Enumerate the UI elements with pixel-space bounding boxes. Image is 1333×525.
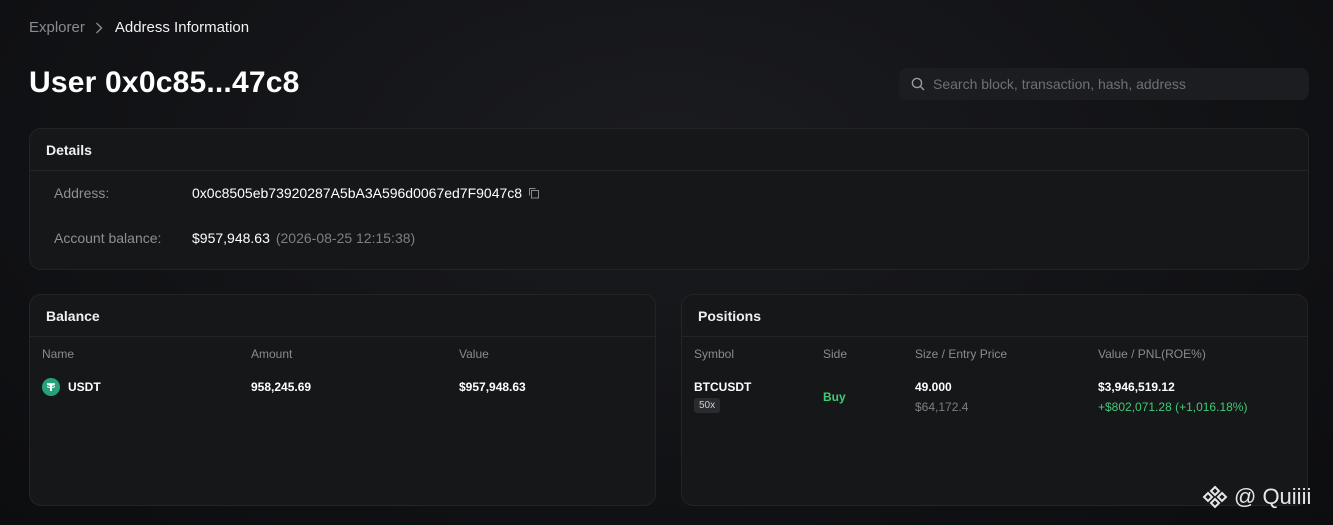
leverage-badge: 50x — [694, 398, 721, 413]
search-input[interactable] — [933, 76, 1297, 92]
positions-col-value: Value / PNL(ROE%) — [1098, 347, 1206, 361]
position-value: $3,946,519.12 — [1098, 380, 1175, 394]
account-balance-value-wrap: $957,948.63 (2026-08-25 12:15:38) — [192, 230, 415, 246]
copy-icon[interactable] — [528, 187, 540, 199]
address-label: Address: — [54, 185, 110, 201]
details-heading: Details — [30, 129, 1308, 171]
account-balance-label: Account balance: — [54, 230, 162, 246]
positions-card: Positions Symbol Side Size / Entry Price… — [681, 294, 1308, 506]
positions-col-symbol: Symbol — [694, 347, 735, 361]
balance-asset-amount: 958,245.69 — [251, 380, 312, 394]
address-value-wrap: 0x0c8505eb73920287A5bA3A596d0067ed7F9047… — [192, 185, 540, 201]
positions-heading: Positions — [682, 295, 1307, 337]
position-entry-price: $64,172.4 — [915, 400, 969, 414]
watermark: @ Quiiii — [1202, 484, 1311, 510]
balance-card: Balance Name Amount Value USDT 958,245.6… — [29, 294, 656, 506]
positions-col-side: Side — [823, 347, 848, 361]
breadcrumb: Explorer Address Information — [29, 19, 249, 36]
address-value[interactable]: 0x0c8505eb73920287A5bA3A596d0067ed7F9047… — [192, 185, 522, 201]
breadcrumb-current: Address Information — [114, 19, 250, 36]
balance-col-value: Value — [459, 347, 489, 361]
account-balance-value: $957,948.63 — [192, 230, 270, 246]
tether-icon — [42, 378, 60, 396]
page-title: User 0x0c85...47c8 — [29, 66, 300, 99]
balance-col-name: Name — [42, 347, 75, 361]
positions-col-size: Size / Entry Price — [915, 347, 1008, 361]
position-size: 49.000 — [915, 380, 952, 394]
balance-timestamp: (2026-08-25 12:15:38) — [275, 230, 416, 246]
balance-asset-value: $957,948.63 — [459, 380, 526, 394]
balance-asset-name: USDT — [68, 380, 101, 394]
chevron-right-icon — [95, 21, 105, 35]
search-icon — [911, 77, 925, 91]
balance-col-amount: Amount — [251, 347, 293, 361]
watermark-text: @ Quiiii — [1234, 484, 1312, 509]
breadcrumb-explorer-link[interactable]: Explorer — [29, 19, 85, 36]
binance-logo-icon — [1202, 484, 1228, 510]
details-card: Details Address: 0x0c8505eb73920287A5bA3… — [29, 128, 1309, 270]
search-box[interactable] — [899, 68, 1309, 100]
position-side: Buy — [823, 390, 846, 404]
address-row: Address: 0x0c8505eb73920287A5bA3A596d006… — [54, 185, 540, 201]
position-pnl: +$802,071.28 (+1,016.18%) — [1098, 400, 1248, 414]
balance-heading: Balance — [30, 295, 655, 337]
position-symbol[interactable]: BTCUSDT — [694, 380, 751, 394]
account-balance-row: Account balance: $957,948.63 (2026-08-25… — [54, 230, 415, 246]
